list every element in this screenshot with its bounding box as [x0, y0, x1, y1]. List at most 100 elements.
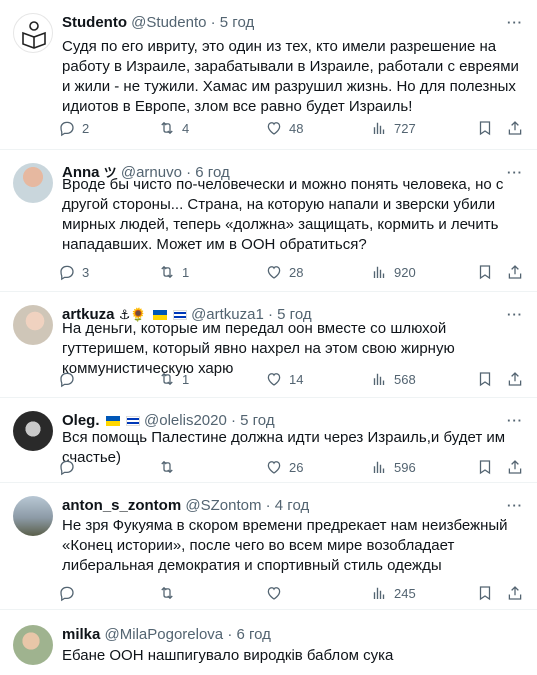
retweet-icon — [161, 586, 173, 600]
views-button[interactable]: 727 — [370, 118, 416, 138]
heart-icon — [267, 587, 281, 600]
timestamp[interactable]: 6 год — [237, 626, 271, 643]
reading-person-icon — [22, 21, 46, 49]
bookmark-icon — [479, 586, 491, 601]
reply-icon — [60, 372, 74, 388]
more-options-icon[interactable]: ··· — [505, 496, 525, 516]
share-button[interactable] — [506, 457, 524, 477]
like-button[interactable]: 14 — [265, 369, 303, 389]
tweet[interactable]: milka @MilaPogorelova · 6 год Ебане ООН … — [0, 610, 537, 675]
retweet-count: 1 — [182, 371, 190, 387]
display-name[interactable]: Studento — [62, 14, 127, 31]
views-button[interactable]: 245 — [370, 583, 416, 603]
share-icon — [508, 265, 522, 279]
user-handle[interactable]: @olelis2020 — [144, 412, 227, 429]
retweet-icon — [161, 460, 173, 474]
like-count: 26 — [289, 459, 304, 475]
share-icon — [508, 460, 522, 474]
views-button[interactable]: 596 — [370, 457, 416, 477]
reply-count: 2 — [82, 120, 90, 136]
like-button[interactable] — [265, 583, 283, 603]
retweet-icon — [161, 372, 173, 386]
display-name[interactable]: anton_s_zontom — [62, 497, 181, 514]
tweet-text: Не зря Фукуяма в скором времени предрека… — [62, 517, 508, 574]
share-button[interactable] — [506, 583, 524, 603]
tweet[interactable]: Studento @Studento · 5 год ··· Судя по е… — [0, 0, 537, 150]
reply-button[interactable] — [58, 457, 76, 477]
retweet-button[interactable]: 1 — [158, 262, 189, 282]
action-bar: 245 — [58, 583, 525, 603]
bookmark-button[interactable] — [476, 583, 494, 603]
bookmark-button[interactable] — [476, 262, 494, 282]
avatar[interactable] — [13, 496, 53, 536]
share-button[interactable] — [506, 118, 524, 138]
share-button[interactable] — [506, 369, 524, 389]
more-options-icon[interactable]: ··· — [505, 13, 525, 33]
ukraine-flag-icon — [105, 416, 120, 426]
reply-button[interactable] — [58, 583, 76, 603]
like-button[interactable]: 28 — [265, 262, 303, 282]
like-count: 48 — [289, 120, 304, 136]
bookmark-button[interactable] — [476, 457, 494, 477]
tweet[interactable]: Anna ツ @arnuvo · 6 год ··· Вроде бы чист… — [0, 150, 537, 292]
timestamp[interactable]: 5 год — [220, 14, 254, 31]
reply-button[interactable]: 2 — [58, 118, 89, 138]
bookmark-button[interactable] — [476, 118, 494, 138]
like-button[interactable]: 26 — [265, 457, 303, 477]
tweet[interactable]: anton_s_zontom @SZontom · 4 год ··· Не з… — [0, 483, 537, 610]
display-name[interactable]: Oleg. — [62, 412, 100, 429]
reply-button[interactable]: 3 — [58, 262, 89, 282]
tweet[interactable]: Oleg. @olelis2020 · 5 год ··· Вся помощь… — [0, 398, 537, 483]
bookmark-icon — [479, 265, 491, 280]
action-bar: 3 1 28 920 — [58, 262, 525, 282]
action-bar: 26 596 — [58, 457, 525, 477]
share-icon — [508, 372, 522, 386]
retweet-count: 4 — [182, 120, 190, 136]
like-button[interactable]: 48 — [265, 118, 303, 138]
reply-icon — [60, 586, 74, 602]
separator: · — [227, 626, 233, 643]
views-icon — [373, 266, 385, 278]
reply-count: 3 — [82, 264, 90, 280]
tweet[interactable]: artkuza ⚓🌻 @artkuza1 · 5 год ··· На день… — [0, 292, 537, 398]
avatar[interactable] — [13, 13, 53, 53]
israel-flag-icon — [125, 416, 140, 426]
tweet-text: Судя по его ивриту, это один из тех, кто… — [62, 38, 519, 115]
retweet-button[interactable] — [158, 583, 176, 603]
share-icon — [508, 121, 522, 135]
reply-icon — [60, 265, 74, 281]
share-button[interactable] — [506, 262, 524, 282]
view-count: 920 — [394, 264, 416, 280]
reply-feed: Studento @Studento · 5 год ··· Судя по е… — [0, 0, 537, 675]
user-handle[interactable]: @MilaPogorelova — [105, 626, 224, 643]
user-handle[interactable]: @SZontom — [185, 497, 261, 514]
avatar[interactable] — [13, 163, 53, 203]
views-button[interactable]: 920 — [370, 262, 416, 282]
retweet-icon — [161, 265, 173, 279]
reply-icon — [60, 460, 74, 476]
avatar[interactable] — [13, 625, 53, 665]
avatar[interactable] — [13, 305, 53, 345]
retweet-button[interactable]: 1 — [158, 369, 189, 389]
views-icon — [373, 587, 385, 599]
retweet-button[interactable]: 4 — [158, 118, 189, 138]
separator: · — [265, 497, 271, 514]
timestamp[interactable]: 4 год — [275, 497, 309, 514]
views-button[interactable]: 568 — [370, 369, 416, 389]
heart-icon — [267, 266, 281, 279]
heart-icon — [267, 461, 281, 474]
avatar[interactable] — [13, 411, 53, 451]
bookmark-button[interactable] — [476, 369, 494, 389]
retweet-count: 1 — [182, 264, 190, 280]
user-handle[interactable]: @Studento — [131, 14, 206, 31]
timestamp[interactable]: 5 год — [240, 412, 274, 429]
heart-icon — [267, 373, 281, 386]
tweet-text: Вроде бы чисто по-человечески и можно по… — [62, 176, 504, 253]
view-count: 596 — [394, 459, 416, 475]
bookmark-icon — [479, 460, 491, 475]
like-count: 14 — [289, 371, 304, 387]
display-name[interactable]: milka — [62, 626, 100, 643]
share-icon — [508, 586, 522, 600]
reply-button[interactable] — [58, 369, 76, 389]
retweet-button[interactable] — [158, 457, 176, 477]
